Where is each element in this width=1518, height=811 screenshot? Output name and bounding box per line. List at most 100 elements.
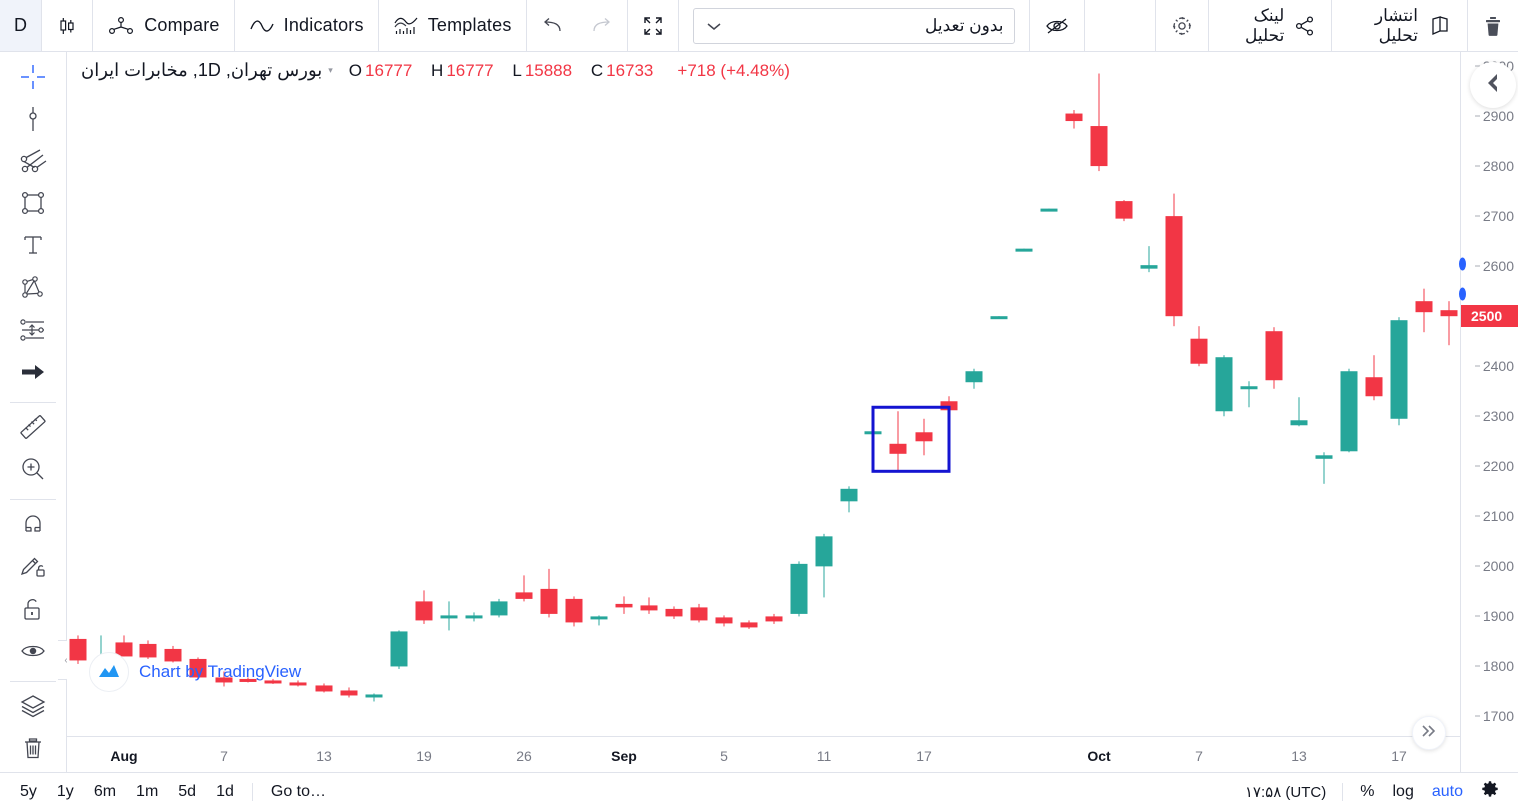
candle xyxy=(1015,248,1033,252)
time-tick: 17 xyxy=(1391,748,1407,764)
percent-scale-button[interactable]: % xyxy=(1351,779,1383,805)
toolbar-divider-3 xyxy=(10,680,56,682)
range-1y[interactable]: 1y xyxy=(47,779,84,805)
utc-clock[interactable]: ۱۷:۵۸ (UTC) xyxy=(1237,783,1334,801)
fullscreen-button[interactable] xyxy=(628,0,679,51)
chart-properties-button[interactable] xyxy=(1472,776,1508,809)
price-tick: 2000 xyxy=(1474,558,1514,574)
candle xyxy=(1290,397,1308,427)
ohlc-values: O 16777 H 16777 L 15888 C 16733 xyxy=(349,61,668,81)
indicators-button[interactable]: Indicators xyxy=(235,0,379,51)
layers-icon xyxy=(18,692,48,725)
trash-icon xyxy=(1482,14,1504,38)
crosshair-tool[interactable] xyxy=(10,58,56,100)
stay-in-drawing-mode-tool[interactable] xyxy=(10,548,56,590)
time-tick: 13 xyxy=(316,748,332,764)
candlestick-plot[interactable] xyxy=(67,52,1460,736)
candle xyxy=(715,615,733,627)
auto-scale-button[interactable]: auto xyxy=(1423,779,1472,805)
price-tick: 2100 xyxy=(1474,508,1514,524)
tradingview-watermark: Chart by TradingView xyxy=(89,652,301,692)
price-tick: 2300 xyxy=(1474,408,1514,424)
redo-arrow-icon xyxy=(591,17,613,35)
adjustment-dropdown-cell: بدون تعدیل xyxy=(679,0,1030,51)
candle xyxy=(340,687,358,698)
long-position-icon xyxy=(18,316,48,349)
price-tick: 2900 xyxy=(1474,108,1514,124)
chart-pane: بورس تهران, 1D, مخابرات ایران ▾ O 16777 H… xyxy=(67,52,1460,772)
candle xyxy=(1415,288,1433,333)
caret-down-icon[interactable]: ▾ xyxy=(328,65,333,76)
adjustment-value: بدون تعدیل xyxy=(924,15,1004,35)
price-axis[interactable]: 3000290028002700260025002400230022002100… xyxy=(1459,52,1518,772)
text-tool[interactable] xyxy=(10,227,56,269)
chart-toolbar: D Compare Indicators Templates بدون تعدی… xyxy=(0,0,1518,52)
indicators-wave-icon xyxy=(249,17,275,35)
templates-button[interactable]: Templates xyxy=(379,0,527,51)
compare-button[interactable]: Compare xyxy=(93,0,235,51)
undo-button[interactable] xyxy=(527,0,577,51)
candle xyxy=(615,596,633,614)
symbol-title[interactable]: بورس تهران, 1D, مخابرات ایران xyxy=(81,60,322,81)
range-5y[interactable]: 5y xyxy=(10,779,47,805)
publish-analysis-button[interactable]: انتشار تحلیل xyxy=(1332,0,1468,51)
time-axis[interactable]: Aug 7 13 19 26 Sep 5 11 17 Oct 7 13 17 xyxy=(67,736,1460,772)
indicators-label: Indicators xyxy=(283,15,364,35)
time-tick: Aug xyxy=(110,748,138,764)
candle xyxy=(1165,193,1183,327)
ohlc-o-key: O xyxy=(348,60,363,80)
hide-indicators-button[interactable] xyxy=(1030,0,1085,51)
candles-svg xyxy=(69,73,1458,702)
remove-drawings-tool[interactable] xyxy=(10,730,56,772)
pattern-tool[interactable] xyxy=(10,269,56,311)
share-analysis-button[interactable]: لینک تحلیل xyxy=(1209,0,1333,51)
chart-body: ‹ بورس تهران, 1D, مخابرات ایران ▾ O 16777… xyxy=(0,52,1518,772)
interval-button[interactable]: D xyxy=(0,0,43,51)
tradingview-logo-icon xyxy=(89,652,129,692)
trash-icon xyxy=(20,734,46,767)
object-tree-tool[interactable] xyxy=(10,687,56,729)
measure-tool[interactable] xyxy=(10,408,56,450)
rectangle-annotation[interactable] xyxy=(871,405,951,473)
ohlc-h-value: 16777 xyxy=(446,60,494,80)
candle xyxy=(1340,368,1358,453)
go-to-button[interactable]: Go to… xyxy=(261,779,336,805)
rectangle-tool[interactable] xyxy=(10,185,56,227)
eye-crossed-icon xyxy=(1044,16,1070,36)
arrow-marker-tool[interactable] xyxy=(10,353,56,395)
chevron-left-icon xyxy=(1480,70,1506,101)
time-tick: 7 xyxy=(220,748,228,764)
trend-line-tool[interactable] xyxy=(10,100,56,142)
range-1d[interactable]: 1d xyxy=(206,779,244,805)
adjustment-select[interactable]: بدون تعدیل xyxy=(692,7,1015,44)
zoom-in-tool[interactable] xyxy=(10,451,56,493)
interval-label: D xyxy=(14,15,28,35)
redo-button[interactable] xyxy=(577,0,628,51)
pitchfork-tool[interactable] xyxy=(10,142,56,184)
candle xyxy=(490,598,508,618)
range-6m[interactable]: 6m xyxy=(84,779,126,805)
hide-drawings-tool[interactable] xyxy=(10,632,56,674)
price-source-marker xyxy=(1459,257,1466,271)
time-tick: 13 xyxy=(1291,748,1307,764)
candle xyxy=(590,615,608,626)
forecast-tool[interactable] xyxy=(10,311,56,353)
candle xyxy=(315,683,333,693)
publish-flag-icon xyxy=(1427,14,1453,38)
magnet-tool[interactable] xyxy=(10,506,56,548)
rectangle-icon xyxy=(19,189,47,222)
scroll-to-realtime-button[interactable] xyxy=(1412,716,1446,750)
range-1m[interactable]: 1m xyxy=(126,779,168,805)
publish-analysis-label: انتشار تحلیل xyxy=(1374,5,1418,45)
price-axis-collapse-button[interactable] xyxy=(1470,62,1516,108)
chart-style-button[interactable] xyxy=(42,0,94,51)
chart-settings-button[interactable] xyxy=(1156,0,1210,51)
crosshair-icon xyxy=(18,62,48,97)
chart-options: ۱۷:۵۸ (UTC) % log auto xyxy=(1237,776,1508,809)
range-5d[interactable]: 5d xyxy=(168,779,206,805)
candle xyxy=(1215,355,1233,417)
lock-drawings-tool[interactable] xyxy=(10,590,56,632)
log-scale-button[interactable]: log xyxy=(1384,779,1423,805)
delete-analysis-button[interactable] xyxy=(1468,0,1518,51)
candle xyxy=(1140,246,1158,273)
